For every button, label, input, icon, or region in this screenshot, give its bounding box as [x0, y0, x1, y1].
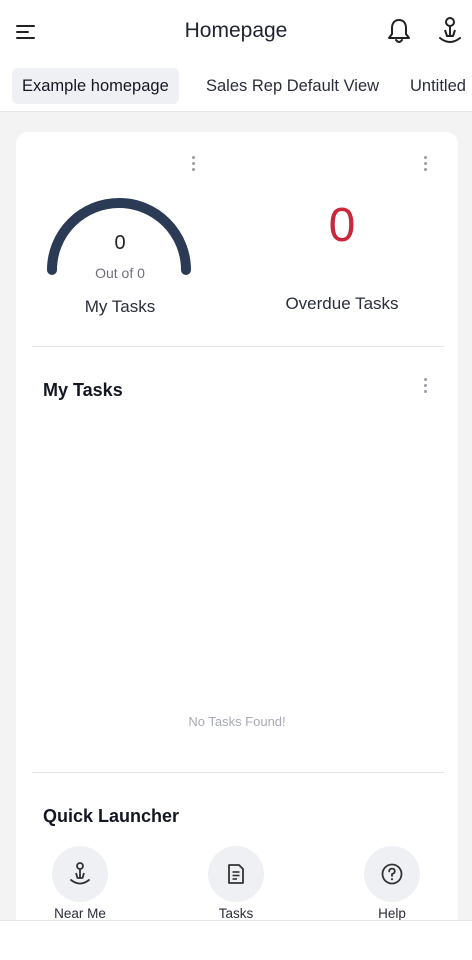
near-me-icon	[70, 862, 90, 885]
near-me-button[interactable]	[52, 846, 108, 902]
homepage-tabs: Example homepage Sales Rep Default View …	[0, 62, 472, 112]
bottom-bar	[0, 920, 472, 960]
gauge-widget-menu-icon[interactable]	[190, 156, 196, 174]
help-label: Help	[378, 906, 406, 921]
overdue-label: Overdue Tasks	[285, 294, 399, 313]
tasks-icon	[228, 864, 244, 884]
help-button[interactable]	[364, 846, 420, 902]
tasks-button[interactable]	[208, 846, 264, 902]
my-tasks-menu-icon[interactable]	[422, 378, 428, 396]
tab-sales-rep-default-view[interactable]: Sales Rep Default View	[196, 68, 389, 104]
quick-launcher-tasks[interactable]: Tasks	[186, 846, 286, 921]
overdue-widget-menu-icon[interactable]	[422, 156, 428, 174]
tab-untitled[interactable]: Untitled	[400, 68, 472, 104]
near-me-label: Near Me	[54, 906, 106, 921]
empty-tasks-text: No Tasks Found!	[188, 714, 286, 729]
bell-icon[interactable]	[386, 17, 412, 45]
tasks-label: Tasks	[218, 906, 254, 921]
dashboard-card: 0 Out of 0 My Tasks 0 Overdue Tasks My T…	[16, 132, 458, 932]
user-location-icon[interactable]	[436, 16, 464, 46]
gauge-subtitle: Out of 0	[95, 265, 145, 281]
quick-launcher-near-me[interactable]: Near Me	[30, 846, 130, 921]
help-icon	[381, 863, 403, 885]
overdue-count: 0	[328, 199, 356, 252]
divider	[32, 346, 444, 347]
app-header: Homepage	[0, 0, 472, 62]
tab-example-homepage[interactable]: Example homepage	[12, 68, 179, 104]
divider	[32, 772, 444, 773]
quick-launcher-title: Quick Launcher	[43, 806, 180, 826]
quick-launcher-help[interactable]: Help	[342, 846, 442, 921]
gauge-value: 0	[114, 232, 126, 254]
gauge-label: My Tasks	[84, 297, 156, 316]
my-tasks-title: My Tasks	[43, 380, 123, 400]
